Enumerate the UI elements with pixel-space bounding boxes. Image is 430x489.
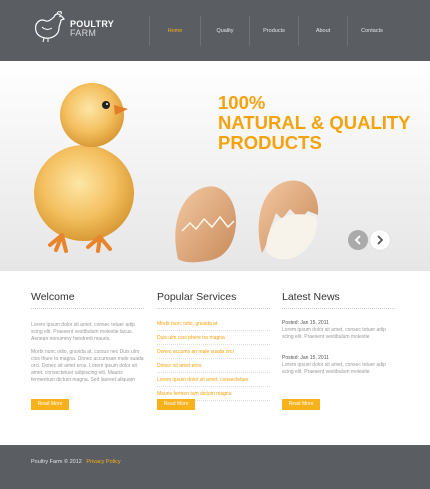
hero-line1: 100% [218, 92, 266, 113]
nav-about[interactable]: About [298, 16, 347, 46]
service-item[interactable]: Morbi nunc odio, gravida at [157, 319, 270, 331]
hen-icon [35, 11, 66, 43]
privacy-policy-link[interactable]: Privacy Policy [86, 459, 120, 465]
hero-banner: 100% NATURAL & QUALITY PRODUCTS [0, 61, 430, 271]
service-item[interactable]: Donec accums an male suada orci [157, 347, 270, 359]
logo-line2: FARM [70, 28, 97, 38]
news-item: Posted: Jan 15, 2011 Lorem ipsum dolor s… [282, 320, 395, 341]
welcome-column: Welcome Lorem ipsum dolor sit amet, cons… [31, 291, 144, 384]
slider-prev-button[interactable] [348, 230, 368, 250]
services-list: Morbi nunc odio, gravida at Duis ulm cio… [157, 319, 270, 401]
welcome-title: Welcome [31, 291, 144, 309]
chick-image [34, 83, 134, 253]
news-list: Posted: Jan 15, 2011 Lorem ipsum dolor s… [282, 320, 395, 376]
news-read-more-button[interactable]: Read More [282, 399, 320, 410]
welcome-paragraph-2: Morbi nunc odio, gravida at, cursus nec … [31, 349, 144, 383]
service-item[interactable]: Duis ulm cios phere tro magna [157, 333, 270, 345]
news-column: Latest News Posted: Jan 15, 2011 Lorem i… [282, 291, 395, 390]
nav-contacts[interactable]: Contacts [347, 16, 396, 46]
footer-copyright: Poultry Farm © 2012 [31, 459, 82, 465]
logo-text: POULTRY FARM [70, 20, 114, 38]
hero-line3: PRODUCTS [218, 132, 322, 153]
service-item[interactable]: Donec sit amet eros [157, 361, 270, 373]
site-footer: Poultry Farm © 2012 Privacy Policy [0, 445, 430, 489]
content-area: Welcome Lorem ipsum dolor sit amet, cons… [0, 271, 430, 445]
site-header: POULTRY FARM Home Quality Products About… [0, 0, 430, 61]
nav-quality[interactable]: Quality [200, 16, 249, 46]
chevron-right-icon [377, 235, 384, 245]
nav-products[interactable]: Products [249, 16, 298, 46]
hero-headline: 100% NATURAL & QUALITY PRODUCTS [218, 93, 411, 153]
site-logo[interactable]: POULTRY FARM [30, 9, 140, 45]
footer-text: Poultry Farm © 2012 Privacy Policy [31, 459, 121, 465]
services-title: Popular Services [157, 291, 270, 309]
nav-home[interactable]: Home [149, 16, 200, 46]
news-date: Posted: Jan 15, 2011 [282, 355, 329, 361]
service-item[interactable]: Lorem ipsum dolor sit amet, consectetuer [157, 375, 270, 387]
news-text: Lorem ipsum dolor sit amet, consec tetue… [282, 362, 386, 375]
news-item: Posted: Jan 15, 2011 Lorem ipsum dolor s… [282, 355, 395, 376]
services-read-more-button[interactable]: Read More [157, 399, 195, 410]
eggs-image [175, 180, 319, 263]
news-date: Posted: Jan 15, 2011 [282, 320, 329, 326]
news-title: Latest News [282, 291, 395, 309]
news-text: Lorem ipsum dolor sit amet, consec tetue… [282, 327, 386, 340]
hero-line2: NATURAL & QUALITY [218, 112, 411, 133]
welcome-paragraph-1: Lorem ipsum dolor sit amet, consec tetue… [31, 322, 135, 342]
chevron-left-icon [354, 235, 361, 245]
welcome-read-more-button[interactable]: Read More [31, 399, 69, 410]
main-nav: Home Quality Products About Contacts [149, 16, 396, 46]
slider-next-button[interactable] [370, 230, 390, 250]
services-column: Popular Services Morbi nunc odio, gravid… [157, 291, 270, 403]
